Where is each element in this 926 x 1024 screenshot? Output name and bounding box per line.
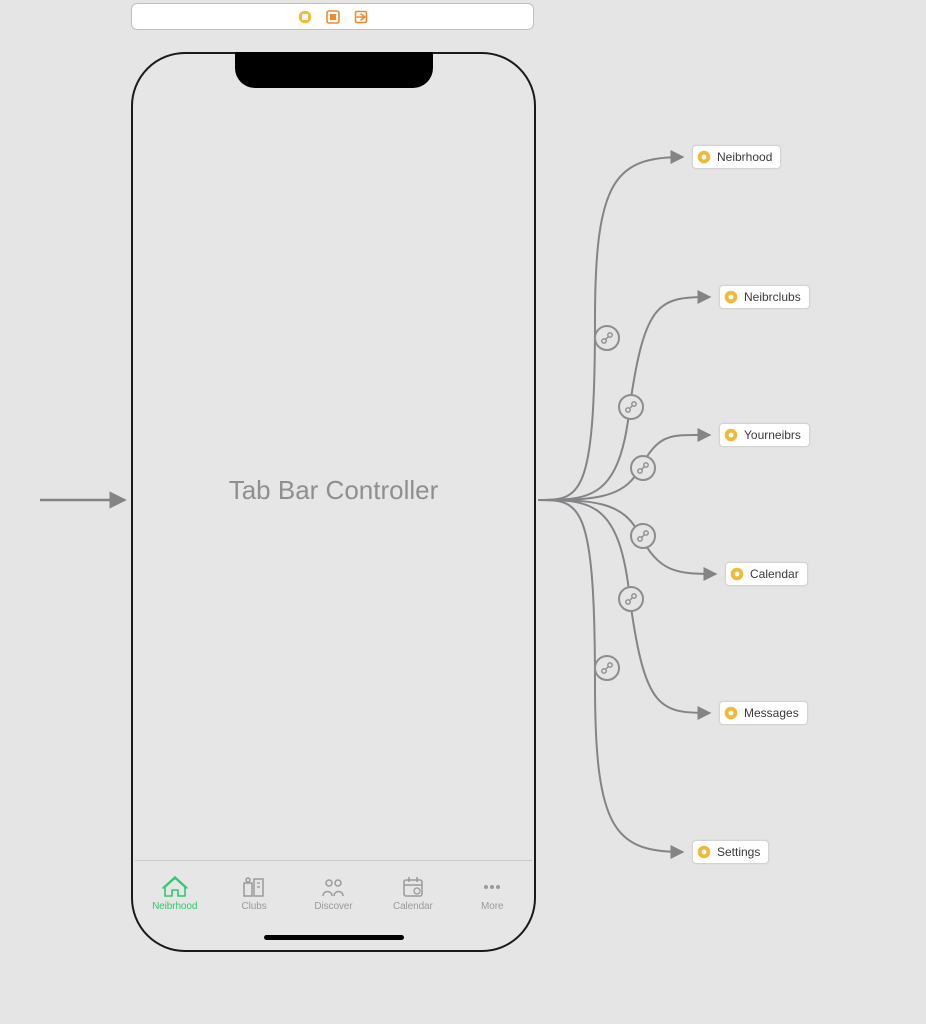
- tab-label: More: [481, 901, 503, 912]
- tab-bar-controller-scene[interactable]: Tab Bar Controller Neibrhood Clubs: [131, 52, 536, 952]
- storyboard-reference-messages[interactable]: Messages: [719, 701, 808, 725]
- storyboard-reference-calendar[interactable]: Calendar: [725, 562, 808, 586]
- first-responder-icon: [326, 10, 340, 24]
- ref-label: Settings: [717, 845, 760, 859]
- tab-label: Neibrhood: [152, 901, 197, 912]
- ref-label: Calendar: [750, 567, 799, 581]
- tab-label: Clubs: [242, 901, 267, 912]
- exit-icon: [354, 10, 368, 24]
- tab-bar: Neibrhood Clubs Discover C: [135, 860, 532, 922]
- scene-title-bar[interactable]: [131, 3, 534, 30]
- segue-junction[interactable]: [594, 325, 620, 351]
- storyboard-ref-icon: [724, 290, 738, 304]
- calendar-icon: [399, 875, 427, 899]
- tab-calendar[interactable]: Calendar: [378, 875, 448, 912]
- storyboard-ref-icon: [724, 428, 738, 442]
- segue-junction[interactable]: [594, 655, 620, 681]
- storyboard-reference-settings[interactable]: Settings: [692, 840, 769, 864]
- storyboard-reference-yourneibrs[interactable]: Yourneibrs: [719, 423, 810, 447]
- house-icon: [161, 875, 189, 899]
- segue-junction[interactable]: [618, 586, 644, 612]
- ref-label: Neibrhood: [717, 150, 772, 164]
- tab-more[interactable]: More: [457, 875, 527, 912]
- storyboard-ref-icon: [697, 150, 711, 164]
- tab-label: Calendar: [393, 901, 433, 912]
- storyboard-ref-icon: [697, 845, 711, 859]
- storyboard-ref-icon: [724, 706, 738, 720]
- tab-clubs[interactable]: Clubs: [219, 875, 289, 912]
- storyboard-canvas: Tab Bar Controller Neibrhood Clubs: [0, 0, 926, 1024]
- buildings-icon: [240, 875, 268, 899]
- initial-vc-icon: [298, 10, 312, 24]
- tab-discover[interactable]: Discover: [298, 875, 368, 912]
- storyboard-ref-icon: [730, 567, 744, 581]
- ref-label: Messages: [744, 706, 799, 720]
- controller-title: Tab Bar Controller: [133, 475, 534, 506]
- storyboard-reference-neibrclubs[interactable]: Neibrclubs: [719, 285, 810, 309]
- storyboard-reference-neibrhood[interactable]: Neibrhood: [692, 145, 781, 169]
- ref-label: Neibrclubs: [744, 290, 801, 304]
- people-icon: [319, 875, 347, 899]
- segue-junction[interactable]: [618, 394, 644, 420]
- home-indicator: [264, 935, 404, 940]
- segue-junction[interactable]: [630, 523, 656, 549]
- more-icon: [478, 875, 506, 899]
- tab-label: Discover: [314, 901, 352, 912]
- device-notch: [235, 52, 433, 88]
- segue-junction[interactable]: [630, 455, 656, 481]
- tab-neibrhood[interactable]: Neibrhood: [140, 875, 210, 912]
- ref-label: Yourneibrs: [744, 428, 801, 442]
